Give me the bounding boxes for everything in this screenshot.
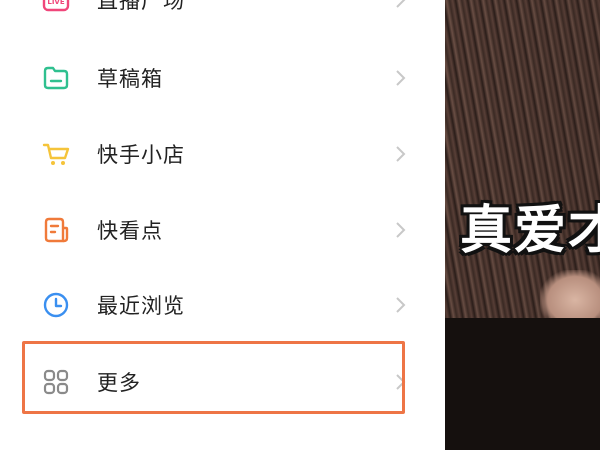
live-icon: LIVE: [42, 0, 70, 14]
chevron-right-icon: [393, 295, 407, 315]
chevron-right-icon: [393, 144, 407, 164]
svg-text:LIVE: LIVE: [47, 0, 64, 6]
menu-item-label: 草稿箱: [97, 67, 163, 91]
news-icon: [42, 216, 70, 244]
side-menu: LIVE 直播广场 草稿箱 快手小店 快看点 最近浏览 更多: [0, 0, 445, 450]
video-preview[interactable]: 真爱才: [445, 0, 600, 450]
clock-icon: [42, 291, 70, 319]
video-dark-band: [445, 318, 600, 450]
chevron-right-icon: [393, 0, 407, 10]
video-caption: 真爱才: [460, 201, 600, 261]
chevron-right-icon: [393, 220, 407, 240]
menu-item-drafts[interactable]: 草稿箱: [0, 40, 445, 116]
video-thumbnail: [445, 0, 600, 330]
menu-item-label: 快手小店: [97, 143, 185, 167]
chevron-right-icon: [393, 68, 407, 88]
menu-item-kuaikandian[interactable]: 快看点: [0, 192, 445, 268]
menu-item-label: 直播广场: [97, 0, 185, 13]
cart-icon: [42, 140, 70, 168]
menu-item-live-square[interactable]: LIVE 直播广场: [0, 0, 445, 38]
menu-item-label: 快看点: [97, 219, 163, 243]
menu-item-label: 最近浏览: [97, 294, 185, 318]
folder-icon: [42, 64, 70, 92]
menu-item-recent[interactable]: 最近浏览: [0, 267, 445, 343]
highlight-box: [22, 341, 405, 414]
menu-item-shop[interactable]: 快手小店: [0, 116, 445, 192]
